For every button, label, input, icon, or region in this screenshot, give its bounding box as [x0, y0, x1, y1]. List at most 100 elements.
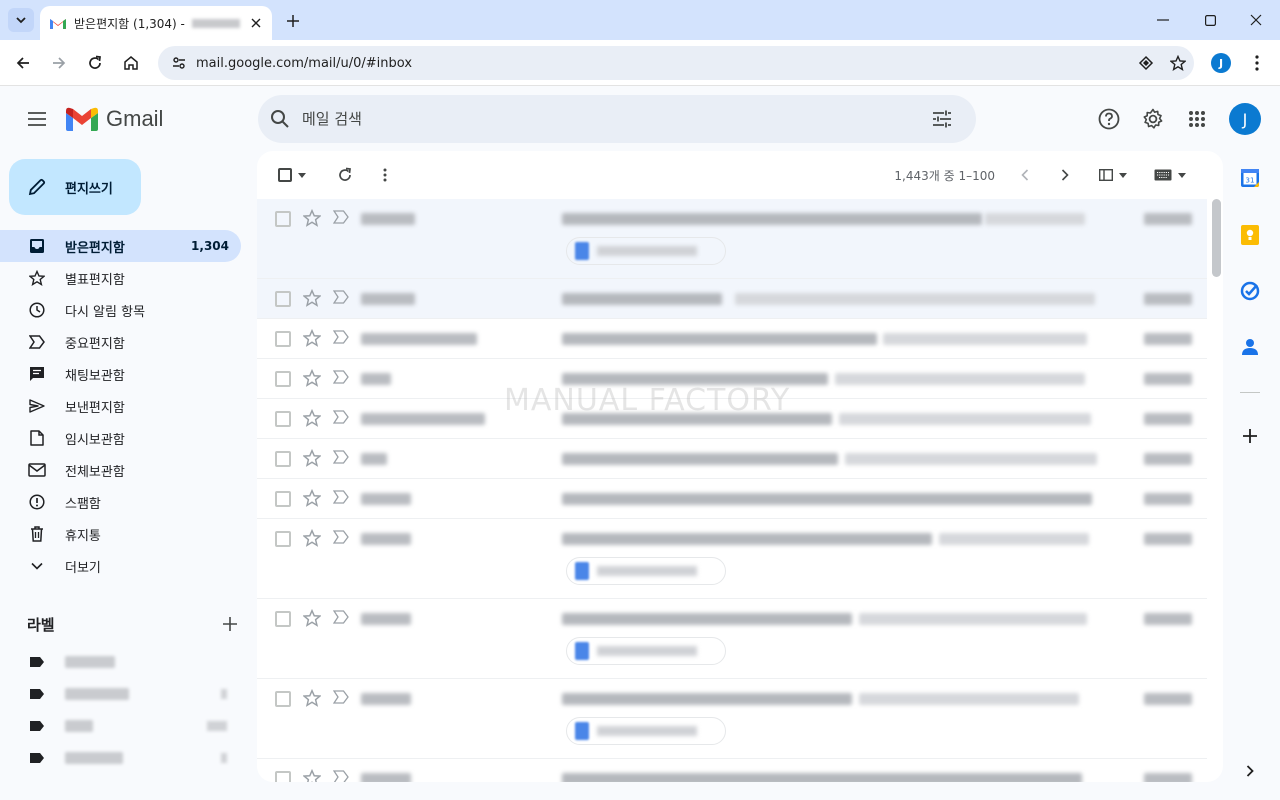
attachment-chip[interactable]	[566, 557, 726, 585]
tab-search-button[interactable]	[8, 8, 34, 32]
important-icon[interactable]	[333, 530, 349, 544]
star-icon[interactable]	[303, 689, 321, 707]
main-menu-button[interactable]	[22, 104, 52, 134]
sidebar-item-starred[interactable]: 별표편지함	[0, 262, 241, 294]
google-apps-button[interactable]	[1182, 104, 1212, 134]
mail-row[interactable]	[257, 519, 1207, 599]
search-button[interactable]	[270, 109, 294, 129]
attachment-chip[interactable]	[566, 717, 726, 745]
sidebar-item-trash[interactable]: 휴지통	[0, 518, 241, 550]
calendar-app-button[interactable]: 31	[1236, 164, 1264, 192]
sidebar-item-more[interactable]: 더보기	[0, 550, 241, 582]
browser-tab-gmail[interactable]: 받은편지함 (1,304) -	[40, 6, 272, 40]
back-button[interactable]	[9, 49, 37, 77]
label-item[interactable]	[0, 710, 241, 742]
sidebar-item-chats[interactable]: 채팅보관함	[0, 358, 241, 390]
settings-button[interactable]	[1138, 104, 1168, 134]
show-side-panel-button[interactable]	[1236, 757, 1264, 785]
bookmark-button[interactable]	[1162, 55, 1194, 71]
more-actions-button[interactable]	[369, 159, 401, 191]
lens-button[interactable]	[1130, 55, 1162, 71]
label-item[interactable]	[0, 646, 241, 678]
row-checkbox[interactable]	[275, 331, 291, 347]
mail-row[interactable]	[257, 439, 1207, 479]
contacts-app-button[interactable]	[1236, 333, 1264, 361]
important-icon[interactable]	[333, 330, 349, 344]
row-checkbox[interactable]	[275, 291, 291, 307]
important-icon[interactable]	[333, 450, 349, 464]
star-icon[interactable]	[303, 489, 321, 507]
attachment-chip[interactable]	[566, 237, 726, 265]
attachment-chip[interactable]	[566, 637, 726, 665]
important-icon[interactable]	[333, 770, 349, 782]
important-icon[interactable]	[333, 490, 349, 504]
older-page-button[interactable]	[1051, 161, 1079, 189]
mail-row[interactable]	[257, 679, 1207, 759]
window-close-button[interactable]	[1233, 0, 1279, 40]
row-checkbox[interactable]	[275, 411, 291, 427]
row-checkbox[interactable]	[275, 611, 291, 627]
maximize-button[interactable]	[1187, 0, 1233, 40]
mail-row[interactable]	[257, 599, 1207, 679]
star-icon[interactable]	[303, 609, 321, 627]
support-button[interactable]	[1094, 104, 1124, 134]
tab-close-button[interactable]	[248, 15, 264, 31]
site-info-button[interactable]	[164, 55, 194, 71]
minimize-button[interactable]	[1140, 0, 1186, 40]
important-icon[interactable]	[333, 210, 349, 224]
row-checkbox[interactable]	[275, 451, 291, 467]
split-pane-toggle[interactable]	[1093, 161, 1133, 189]
sidebar-item-sent[interactable]: 보낸편지함	[0, 390, 241, 422]
get-addons-button[interactable]	[1236, 422, 1264, 450]
keep-app-button[interactable]	[1236, 221, 1264, 249]
scrollbar-thumb[interactable]	[1212, 199, 1221, 277]
star-icon[interactable]	[303, 369, 321, 387]
mail-row[interactable]	[257, 479, 1207, 519]
label-item[interactable]	[0, 742, 241, 774]
new-tab-button[interactable]	[282, 10, 304, 32]
sidebar-item-snoozed[interactable]: 다시 알림 항목	[0, 294, 241, 326]
row-checkbox[interactable]	[275, 691, 291, 707]
search-options-button[interactable]	[922, 110, 962, 128]
account-avatar[interactable]: J	[1229, 103, 1261, 135]
row-checkbox[interactable]	[275, 371, 291, 387]
star-icon[interactable]	[303, 769, 321, 782]
search-input[interactable]	[302, 110, 922, 128]
important-icon[interactable]	[333, 290, 349, 304]
star-icon[interactable]	[303, 409, 321, 427]
sidebar-item-drafts[interactable]: 임시보관함	[0, 422, 241, 454]
star-icon[interactable]	[303, 289, 321, 307]
row-checkbox[interactable]	[275, 771, 291, 782]
plus-icon[interactable]	[223, 617, 237, 631]
star-icon[interactable]	[303, 529, 321, 547]
star-icon[interactable]	[303, 329, 321, 347]
compose-button[interactable]: 편지쓰기	[9, 159, 141, 215]
select-all-checkbox[interactable]	[275, 159, 309, 191]
row-checkbox[interactable]	[275, 211, 291, 227]
forward-button[interactable]	[45, 49, 73, 77]
star-icon[interactable]	[303, 209, 321, 227]
mail-row[interactable]	[257, 759, 1207, 782]
reload-button[interactable]	[81, 49, 109, 77]
browser-profile-avatar[interactable]: J	[1211, 53, 1231, 73]
star-icon[interactable]	[303, 449, 321, 467]
browser-menu-button[interactable]	[1246, 52, 1268, 74]
label-item[interactable]	[0, 678, 241, 710]
input-tools-button[interactable]	[1147, 161, 1193, 189]
tasks-app-button[interactable]	[1236, 277, 1264, 305]
important-icon[interactable]	[333, 690, 349, 704]
sidebar-item-inbox[interactable]: 받은편지함 1,304	[0, 230, 241, 262]
important-icon[interactable]	[333, 610, 349, 624]
sidebar-item-spam[interactable]: 스팸함	[0, 486, 241, 518]
refresh-button[interactable]	[329, 159, 361, 191]
gmail-logo[interactable]: Gmail	[66, 106, 163, 132]
mail-row[interactable]	[257, 279, 1207, 319]
newer-page-button[interactable]	[1011, 161, 1039, 189]
important-icon[interactable]	[333, 410, 349, 424]
address-bar[interactable]: mail.google.com/mail/u/0/#inbox	[158, 46, 1194, 80]
sidebar-item-all-mail[interactable]: 전체보관함	[0, 454, 241, 486]
important-icon[interactable]	[333, 370, 349, 384]
mail-row[interactable]	[257, 319, 1207, 359]
mail-row[interactable]	[257, 199, 1207, 279]
sidebar-item-important[interactable]: 중요편지함	[0, 326, 241, 358]
